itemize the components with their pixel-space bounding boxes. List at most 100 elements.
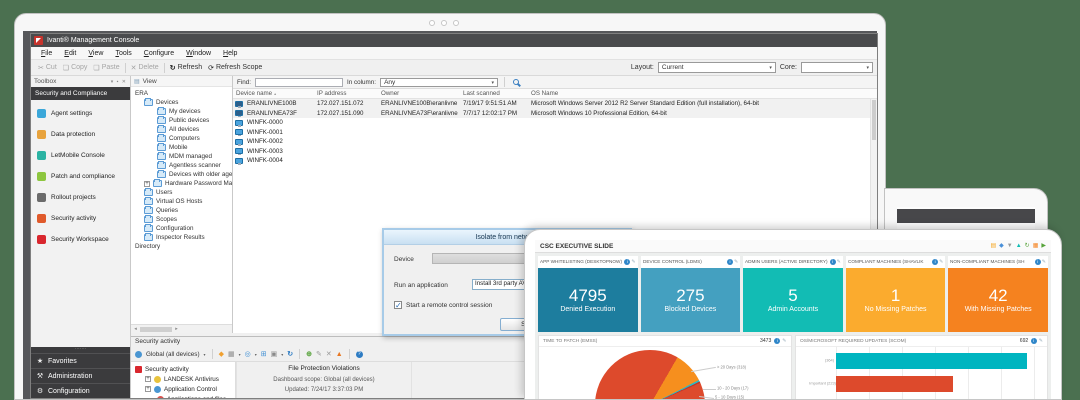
layout-select[interactable]: Current <box>658 62 776 73</box>
in-column-select[interactable]: Any <box>380 78 498 87</box>
refresh-icon[interactable] <box>1025 243 1030 249</box>
chevron-down-icon[interactable] <box>281 351 283 358</box>
chevron-down-icon[interactable] <box>255 351 257 358</box>
menu-view[interactable]: View <box>82 50 109 57</box>
card-file-protection[interactable]: File Protection Violations Dashboard sco… <box>236 362 411 398</box>
kpi-card-app-whitelisting[interactable]: APP WHITELISTING (DESKTOPNOW) 4795Denied… <box>538 256 638 332</box>
delete-button[interactable]: Delete <box>128 64 162 72</box>
table-row[interactable]: ERANLIVNEA73F 172.027.151.090 ERANLIVNEA… <box>233 109 877 119</box>
tree-item[interactable]: Computers <box>131 134 232 143</box>
calendar-icon[interactable] <box>228 350 235 358</box>
tree-item[interactable]: Public devices <box>131 116 232 125</box>
tree-item[interactable]: Users <box>131 188 232 197</box>
expand-icon[interactable] <box>144 181 150 187</box>
edit-icon[interactable] <box>631 259 635 265</box>
flame-icon[interactable] <box>336 351 343 358</box>
tree-item[interactable]: Virtual OS Hosts <box>131 197 232 206</box>
tree-item-antivirus[interactable]: LANDESK Antivirus <box>131 374 235 384</box>
scroll-right-icon[interactable] <box>172 326 181 332</box>
tree-item-application-control[interactable]: Application Control <box>131 384 235 394</box>
scope-selector[interactable]: Global (all devices) <box>146 351 200 358</box>
window-title-bar[interactable]: Ivanti® Management Console <box>31 34 877 47</box>
scrollbar-thumb[interactable] <box>872 100 876 140</box>
column-ip-address[interactable]: IP address <box>317 90 381 97</box>
chevron-down-icon[interactable] <box>239 351 241 358</box>
table-row[interactable]: WINFK-0001 <box>233 128 877 138</box>
menu-configure[interactable]: Configure <box>138 50 180 57</box>
tree-item[interactable]: Devices with older agents <box>131 170 232 179</box>
table-row[interactable]: ERANLIVNE100B 172.027.151.072 ERANLIVNE1… <box>233 99 877 109</box>
refresh-scope-button[interactable]: Refresh Scope <box>205 64 265 72</box>
info-icon[interactable] <box>830 259 836 265</box>
tree-item[interactable]: Inspector Results <box>131 233 232 242</box>
info-icon[interactable] <box>932 259 938 265</box>
tree-item[interactable]: Hardware Password Manage <box>131 179 232 188</box>
tree-item[interactable]: My devices <box>131 107 232 116</box>
edit-icon[interactable] <box>1042 259 1046 265</box>
time-to-patch-pie-chart[interactable] <box>595 350 705 399</box>
target-icon[interactable] <box>245 350 251 358</box>
updates-bar-chart[interactable]: (364) Important (223) <box>796 347 1048 399</box>
refresh-button[interactable]: Refresh <box>167 64 205 72</box>
copy-button[interactable]: Copy <box>60 64 91 72</box>
menu-window[interactable]: Window <box>180 50 217 57</box>
info-icon[interactable] <box>727 259 733 265</box>
tree-item-security-activity[interactable]: Security activity <box>131 364 235 374</box>
toolbox-item-patch-compliance[interactable]: Patch and compliance <box>31 166 130 187</box>
scrollbar-thumb[interactable] <box>140 327 172 332</box>
find-input[interactable] <box>255 78 343 87</box>
column-owner[interactable]: Owner <box>381 90 463 97</box>
menu-help[interactable]: Help <box>217 50 243 57</box>
tree-item-directory[interactable]: Directory <box>131 242 232 251</box>
add-icon[interactable] <box>306 350 312 358</box>
help-icon[interactable] <box>356 351 363 358</box>
table-row[interactable]: WINFK-0003 <box>233 147 877 157</box>
edit-icon[interactable] <box>316 350 322 358</box>
tree-item-devices[interactable]: Devices <box>131 98 232 107</box>
kpi-card-admin-users[interactable]: ADMIN USERS (ACTIVE DIRECTORY) 5Admin Ac… <box>743 256 843 332</box>
play-icon[interactable] <box>1041 243 1046 249</box>
nav-administration[interactable]: Administration <box>31 368 130 383</box>
toolbox-item-security-workspace[interactable]: Security Workspace <box>31 229 130 250</box>
table-row[interactable]: WINFK-0000 <box>233 118 877 128</box>
toolbox-item-letmobile[interactable]: LetMobile Console <box>31 145 130 166</box>
nav-favorites[interactable]: Favorites <box>31 353 130 368</box>
info-icon[interactable] <box>1031 338 1037 344</box>
chevron-down-icon[interactable] <box>204 351 206 358</box>
refresh-icon[interactable] <box>287 350 293 358</box>
remote-control-checkbox[interactable] <box>394 301 402 309</box>
kpi-card-non-compliant[interactable]: NON-COMPLIANT MACHINES (SH 42With Missin… <box>948 256 1048 332</box>
table-row[interactable]: WINFK-0002 <box>233 137 877 147</box>
edit-icon[interactable] <box>782 338 786 344</box>
toolbox-pin-close-icons[interactable] <box>111 79 127 85</box>
info-icon[interactable] <box>1035 259 1041 265</box>
column-device-name[interactable]: Device name <box>233 90 317 97</box>
grid-icon[interactable] <box>1033 243 1039 249</box>
toolbox-section-header[interactable]: Security and Compliance <box>31 87 130 100</box>
toolbox-item-agent-settings[interactable]: Agent settings <box>31 103 130 124</box>
edit-icon[interactable] <box>837 259 841 265</box>
edit-icon[interactable] <box>939 259 943 265</box>
table-row[interactable]: WINFK-0004 <box>233 156 877 166</box>
expand-icon[interactable] <box>145 376 151 382</box>
filter-icon[interactable] <box>1007 243 1013 249</box>
menu-tools[interactable]: Tools <box>109 50 137 57</box>
column-os-name[interactable]: OS Name <box>531 90 877 97</box>
expand-icon[interactable] <box>145 386 151 392</box>
toolbox-item-security-activity[interactable]: Security activity <box>31 208 130 229</box>
search-icon[interactable] <box>513 79 519 85</box>
column-last-scanned[interactable]: Last scanned <box>463 90 531 97</box>
tree-item-applications-files[interactable]: Applications and files <box>131 394 235 398</box>
tree-item[interactable]: Scopes <box>131 215 232 224</box>
scroll-left-icon[interactable] <box>131 326 140 332</box>
tree-item[interactable]: Configuration <box>131 224 232 233</box>
horizontal-scrollbar[interactable] <box>131 324 232 333</box>
info-icon[interactable] <box>624 259 630 265</box>
tree-item[interactable]: All devices <box>131 125 232 134</box>
grid-view-icon[interactable] <box>261 350 267 358</box>
panel-layout-icon[interactable] <box>271 350 278 358</box>
kpi-card-compliant[interactable]: COMPLIANT MACHINES (SHAVLIK 1No Missing … <box>846 256 946 332</box>
toolbox-item-data-protection[interactable]: Data protection <box>31 124 130 145</box>
toolbox-item-rollout-projects[interactable]: Rollout projects <box>31 187 130 208</box>
tree-root[interactable]: ERA <box>131 89 232 98</box>
